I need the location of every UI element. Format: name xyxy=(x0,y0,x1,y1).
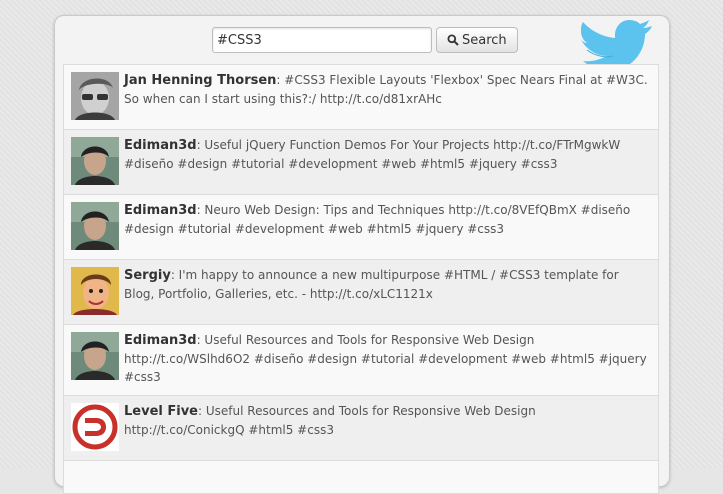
tweet-text: : Useful jQuery Function Demos For Your … xyxy=(124,138,621,171)
tweet-item: Ediman3d: Neuro Web Design: Tips and Tec… xyxy=(63,195,659,260)
avatar[interactable] xyxy=(71,72,119,120)
tweet-list: Jan Henning Thorsen: #CSS3 Flexible Layo… xyxy=(63,64,659,494)
tweet-item: Level Five: Useful Resources and Tools f… xyxy=(63,396,659,461)
search-icon xyxy=(447,34,459,46)
tweet-author[interactable]: Level Five xyxy=(124,404,198,419)
tweet-item: Jan Henning Thorsen: #CSS3 Flexible Layo… xyxy=(63,65,659,130)
tweet-text: : Useful Resources and Tools for Respons… xyxy=(124,333,647,384)
tweet-author[interactable]: Ediman3d xyxy=(124,138,197,153)
avatar[interactable] xyxy=(71,267,119,315)
search-input[interactable] xyxy=(212,27,432,53)
search-button[interactable]: Search xyxy=(436,27,518,53)
tweet-author[interactable]: Sergiy xyxy=(124,268,171,283)
search-bar: Search xyxy=(212,27,518,53)
tweet-item: Sergiy: I'm happy to announce a new mult… xyxy=(63,260,659,325)
tweet-item xyxy=(63,461,659,494)
avatar[interactable] xyxy=(71,137,119,185)
twitter-search-panel: Search Jan Henning Thorsen: #CSS3 Fl xyxy=(54,15,670,494)
tweet-item: Ediman3d: Useful Resources and Tools for… xyxy=(63,325,659,396)
tweet-text: : Neuro Web Design: Tips and Techniques … xyxy=(124,203,631,236)
tweet-author[interactable]: Jan Henning Thorsen xyxy=(124,73,276,88)
avatar[interactable] xyxy=(71,403,119,451)
avatar[interactable] xyxy=(71,202,119,250)
search-button-label: Search xyxy=(462,32,507,48)
tweet-author[interactable]: Ediman3d xyxy=(124,333,197,348)
tweet-text: : I'm happy to announce a new multipurpo… xyxy=(124,268,619,301)
tweet-author[interactable]: Ediman3d xyxy=(124,203,197,218)
avatar[interactable] xyxy=(71,332,119,380)
tweet-item: Ediman3d: Useful jQuery Function Demos F… xyxy=(63,130,659,195)
